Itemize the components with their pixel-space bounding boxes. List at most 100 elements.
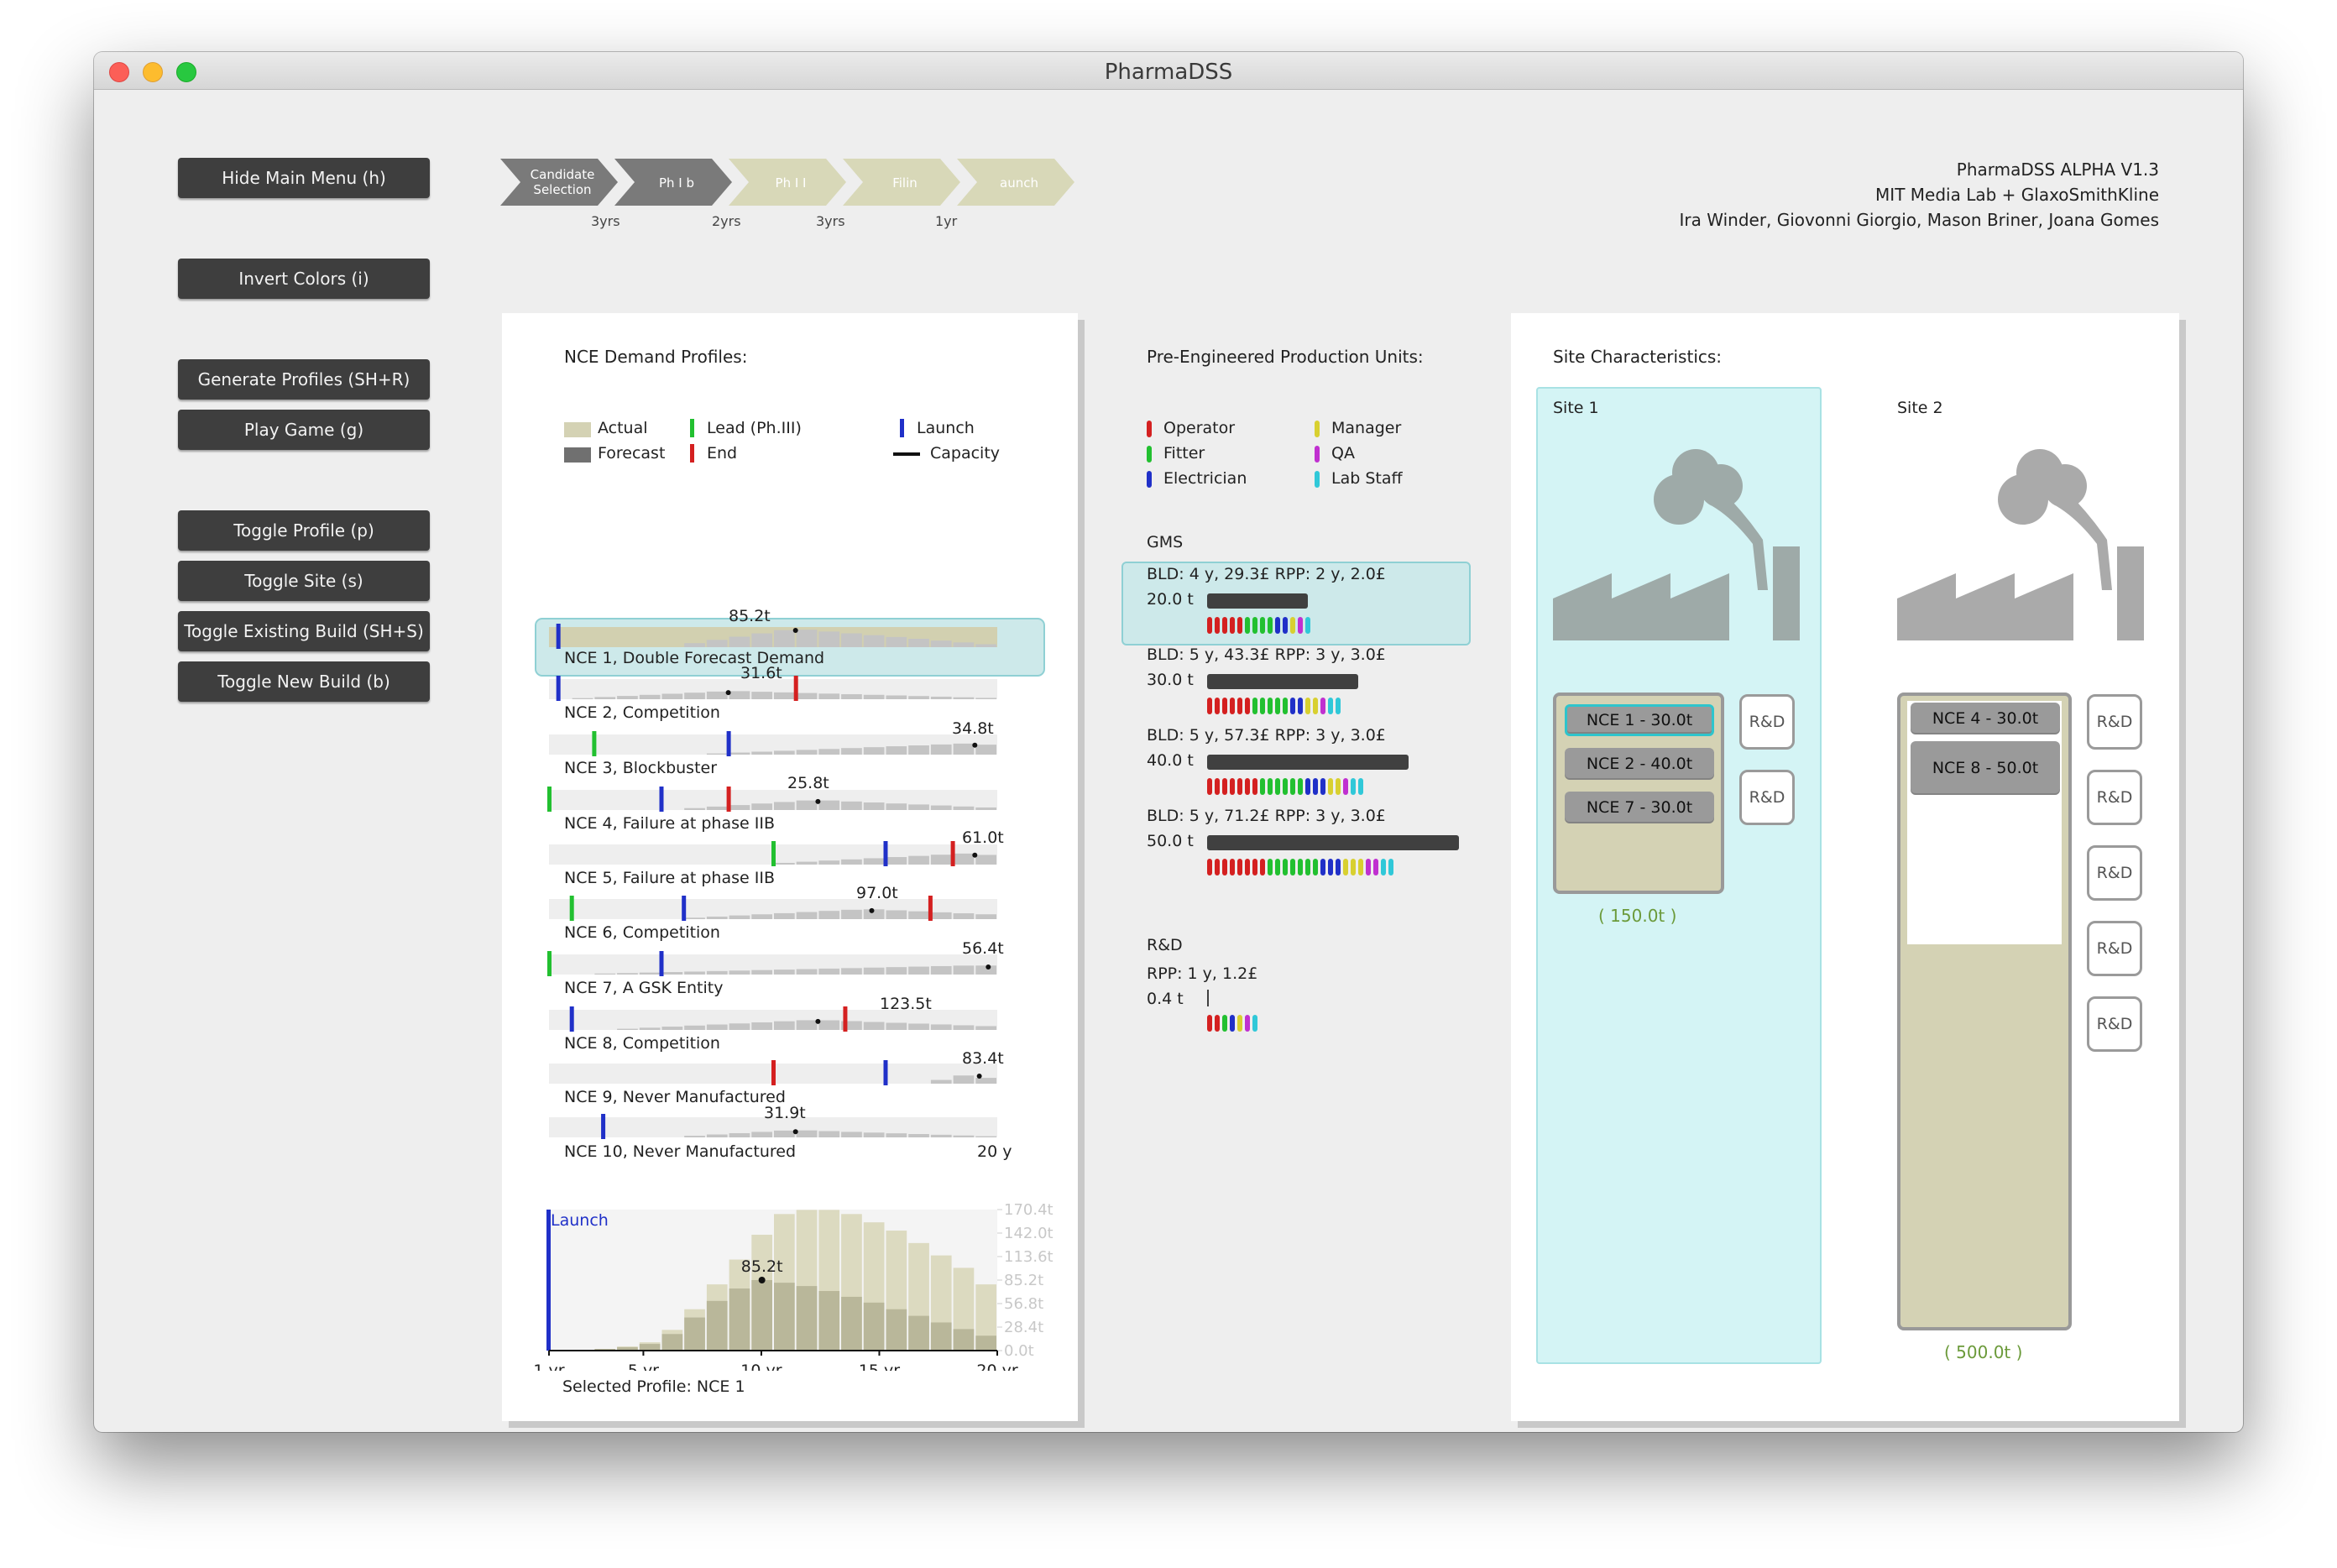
sites-panel: Site Characteristics: Site 1 NCE 1 - 30.…	[1511, 313, 2179, 1421]
staff-marker	[1358, 859, 1363, 875]
invert-colors-button[interactable]: Invert Colors (i)	[178, 259, 430, 299]
profile-bar	[953, 1135, 975, 1137]
site-2-nce-item[interactable]: NCE 8 - 50.0t	[1911, 741, 2060, 795]
site-2-rd-button[interactable]: R&D	[2087, 921, 2142, 976]
profile-name-9[interactable]: NCE 9, Never Manufactured	[564, 1088, 786, 1106]
site-2-rd-button[interactable]: R&D	[2087, 845, 2142, 901]
profile-bar	[953, 853, 975, 865]
staff-marker	[1275, 698, 1280, 714]
staff-marker	[1388, 859, 1393, 875]
profile-bar	[774, 970, 795, 975]
profile-bar	[953, 965, 975, 975]
chart-plot-area	[549, 1210, 997, 1351]
profile-name-7[interactable]: NCE 7, A GSK Entity	[564, 979, 723, 997]
profile-name-5[interactable]: NCE 5, Failure at phase IIB	[564, 869, 775, 887]
play-game-button[interactable]: Play Game (g)	[178, 410, 430, 450]
site-2-nce-item[interactable]: NCE 4 - 30.0t	[1911, 703, 2060, 734]
profile-name-8[interactable]: NCE 8, Competition	[564, 1034, 720, 1053]
profile-bar	[930, 640, 952, 647]
site-1-rd-button[interactable]: R&D	[1739, 770, 1795, 825]
profile-track	[549, 734, 997, 755]
profile-bar	[863, 967, 885, 975]
toggle-profile-button[interactable]: Toggle Profile (p)	[178, 510, 430, 551]
site-1-nce-item[interactable]: NCE 1 - 30.0t	[1565, 704, 1714, 736]
unit-cap-4: 50.0 t	[1147, 832, 1194, 850]
staff-marker	[1260, 698, 1265, 714]
app-organization: MIT Media Lab + GlaxoSmithKline	[1875, 185, 2159, 205]
peak-label-1: 85.2t	[729, 607, 771, 625]
end-marker	[928, 896, 933, 921]
factory-icon	[1897, 449, 2144, 640]
profile-bar	[841, 694, 862, 699]
staff-marker	[1230, 778, 1235, 795]
staff-marker	[1237, 1015, 1242, 1032]
staff-marker	[1252, 859, 1257, 875]
phase-duration: 2yrs	[712, 213, 741, 229]
staff-marker	[1222, 778, 1227, 795]
staff-marker	[1298, 778, 1303, 795]
profile-name-6[interactable]: NCE 6, Competition	[564, 923, 720, 942]
lead-marker	[771, 841, 776, 866]
staff-legend-marker	[1147, 421, 1152, 437]
peak-dot	[792, 628, 798, 633]
launch-marker	[569, 1006, 574, 1032]
launch-marker	[883, 841, 888, 866]
profile-bar	[729, 691, 750, 699]
site-2-name: Site 2	[1897, 399, 1943, 417]
profile-name-4[interactable]: NCE 4, Failure at phase IIB	[564, 814, 775, 833]
hide-main-menu-button[interactable]: Hide Main Menu (h)	[178, 158, 430, 198]
profile-bar	[930, 744, 952, 755]
site-1-rd-button[interactable]: R&D	[1739, 694, 1795, 750]
staff-marker	[1230, 1015, 1235, 1032]
profile-name-3[interactable]: NCE 3, Blockbuster	[564, 759, 717, 777]
launch-marker	[883, 1060, 888, 1085]
peak-dot	[792, 1129, 798, 1135]
profile-bar	[751, 914, 772, 919]
unit-capacity-bar-2	[1207, 674, 1358, 689]
profile-bar	[841, 968, 862, 975]
site-1-nce-item[interactable]: NCE 2 - 40.0t	[1565, 748, 1714, 780]
site-2-rd-button[interactable]: R&D	[2087, 694, 2142, 750]
profile-bar	[684, 693, 705, 699]
profile-bar	[886, 967, 907, 975]
staff-marker	[1268, 778, 1273, 795]
profile-bar	[841, 1132, 862, 1137]
toggle-existing-build-button[interactable]: Toggle Existing Build (SH+S)	[178, 611, 430, 651]
unit-cap-1: 20.0 t	[1147, 590, 1194, 609]
site-2-rd-button[interactable]: R&D	[2087, 770, 2142, 825]
staff-marker	[1283, 778, 1288, 795]
x-tick-label: 20 yr	[976, 1362, 1017, 1371]
site-2-rd-button[interactable]: R&D	[2087, 996, 2142, 1052]
generate-profiles-button[interactable]: Generate Profiles (SH+R)	[178, 359, 430, 400]
profile-name-10[interactable]: NCE 10, Never Manufactured	[564, 1142, 796, 1161]
unit-spec-4: BLD: 5 y, 71.2£ RPP: 3 y, 3.0£	[1147, 807, 1386, 825]
launch-marker	[601, 1114, 606, 1139]
app-version: PharmaDSS ALPHA V1.3	[1956, 159, 2159, 180]
profile-bar	[684, 808, 705, 810]
profile-bar	[751, 692, 772, 699]
x-tick-label: 10 yr	[740, 1362, 782, 1371]
profile-name-1[interactable]: NCE 1, Double Forecast Demand	[564, 649, 824, 667]
site-1-nce-item[interactable]: NCE 7 - 30.0t	[1565, 792, 1714, 823]
toggle-new-build-button[interactable]: Toggle New Build (b)	[178, 661, 430, 702]
end-marker	[950, 841, 955, 866]
unit-spec-1: BLD: 4 y, 29.3£ RPP: 2 y, 2.0£	[1147, 565, 1386, 583]
site-2-unused-space	[1907, 701, 2062, 944]
profile-bar	[818, 800, 840, 810]
demand-panel: NCE Demand Profiles: Actual Forecast Lea…	[502, 313, 1078, 1421]
phase-duration: 3yrs	[816, 213, 845, 229]
forecast-bar	[706, 1300, 728, 1351]
staff-marker	[1290, 617, 1295, 634]
title-bar: PharmaDSS	[94, 52, 2243, 90]
profile-name-2[interactable]: NCE 2, Competition	[564, 703, 720, 722]
toggle-site-button[interactable]: Toggle Site (s)	[178, 561, 430, 601]
staff-legend-label: Operator	[1163, 419, 1236, 437]
staff-marker	[1305, 859, 1310, 875]
sites-title: Site Characteristics:	[1553, 347, 1723, 367]
rd-capacity-bar	[1207, 990, 1209, 1006]
staff-legend-marker	[1315, 471, 1320, 488]
profile-bar	[953, 913, 975, 919]
forecast-bar	[818, 1291, 840, 1351]
staff-marker	[1215, 1015, 1220, 1032]
staff-marker	[1298, 617, 1303, 634]
